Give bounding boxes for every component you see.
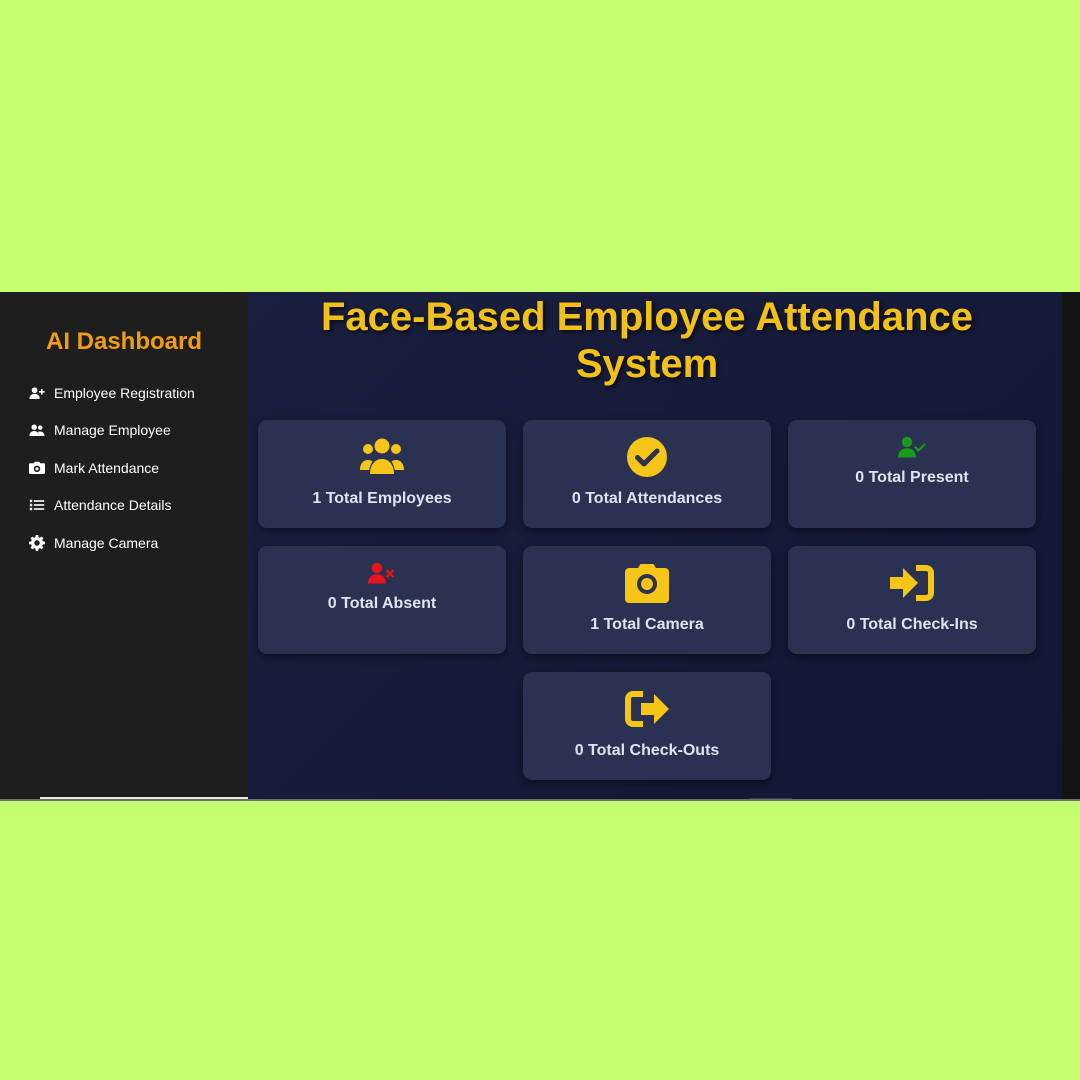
app-window: AI Dashboard Employee Registration Manag…	[0, 292, 1080, 800]
stat-card-label: 0 Total Check-Ins	[846, 616, 978, 633]
sidebar-item-employee-registration[interactable]: Employee Registration	[28, 374, 195, 412]
stat-card-total-employees[interactable]: 1 Total Employees	[258, 420, 506, 528]
sidebar-item-manage-employee[interactable]: Manage Employee	[28, 412, 195, 450]
stat-card-total-absent[interactable]: 0 Total Absent	[258, 546, 506, 654]
sign-out-icon	[523, 689, 771, 729]
stat-card-total-present[interactable]: 0 Total Present	[788, 420, 1036, 528]
stat-card-label: 1 Total Employees	[312, 490, 452, 507]
user-x-icon	[258, 562, 506, 584]
camera-icon	[523, 563, 771, 603]
stat-card-label: 0 Total Attendances	[571, 490, 723, 507]
sidebar-item-mark-attendance[interactable]: Mark Attendance	[28, 449, 195, 487]
sidebar-item-label: Attendance Details	[54, 497, 172, 514]
stat-card-total-check-ins[interactable]: 0 Total Check-Ins	[788, 546, 1036, 654]
stat-card-total-camera[interactable]: 1 Total Camera	[523, 546, 771, 654]
main-content: Face-Based Employee Attendance System 1 …	[248, 292, 1062, 800]
stat-card-total-check-outs[interactable]: 0 Total Check-Outs	[523, 672, 771, 780]
users-icon	[28, 422, 46, 438]
check-circle-icon	[523, 437, 771, 477]
sidebar-item-attendance-details[interactable]: Attendance Details	[28, 487, 195, 525]
divider	[0, 799, 1080, 801]
camera-icon	[28, 460, 46, 476]
sidebar-brand: AI Dashboard	[45, 328, 203, 355]
user-check-icon	[788, 436, 1036, 458]
stat-card-label: 0 Total Check-Outs	[574, 742, 720, 759]
sidebar: AI Dashboard Employee Registration Manag…	[0, 292, 288, 800]
window-edge	[1062, 292, 1080, 800]
sidebar-item-label: Mark Attendance	[54, 459, 160, 476]
users-icon	[258, 437, 506, 477]
sidebar-item-label: Manage Camera	[54, 534, 159, 551]
gear-icon	[28, 534, 46, 551]
stat-card-label: 1 Total Camera	[590, 616, 704, 633]
sidebar-nav: Employee Registration Manage Employee Ma…	[28, 374, 195, 562]
user-plus-icon	[28, 385, 46, 401]
sidebar-item-label: Employee Registration	[54, 384, 195, 401]
stat-card-total-attendances[interactable]: 0 Total Attendances	[523, 420, 771, 528]
sidebar-item-label: Manage Employee	[54, 422, 171, 439]
list-icon	[28, 497, 46, 513]
page-title: Face-Based Employee Attendance System	[320, 295, 974, 386]
stat-card-label: 0 Total Absent	[327, 595, 437, 612]
sign-in-icon	[788, 563, 1036, 603]
sidebar-item-manage-camera[interactable]: Manage Camera	[28, 524, 195, 562]
stat-card-label: 0 Total Present	[855, 469, 969, 486]
